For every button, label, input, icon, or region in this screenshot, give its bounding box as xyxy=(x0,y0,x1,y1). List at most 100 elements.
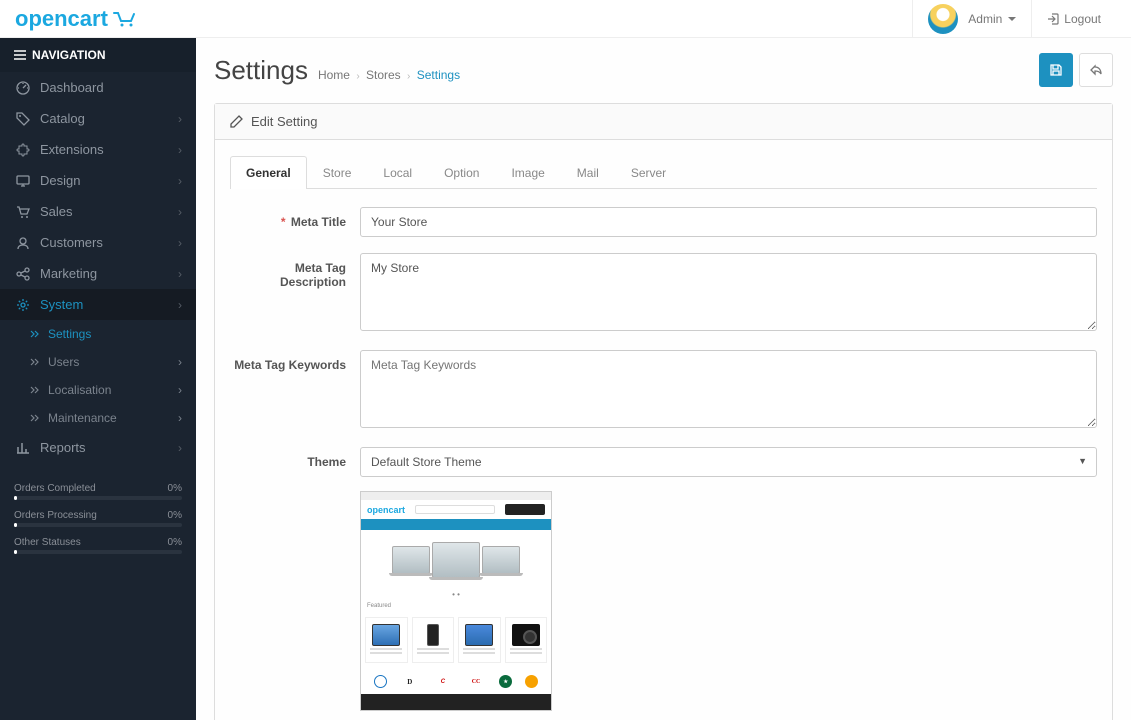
breadcrumb-sep: › xyxy=(407,71,410,82)
caret-down-icon xyxy=(1008,17,1016,21)
nav-label: Sales xyxy=(40,204,178,219)
stat-label: Orders Completed xyxy=(14,483,96,494)
sub-item-maintenance[interactable]: Maintenance › xyxy=(0,404,196,432)
nav-item-design[interactable]: Design › xyxy=(0,165,196,196)
form-label: Theme xyxy=(230,447,360,711)
logout-icon xyxy=(1047,13,1059,25)
save-button[interactable] xyxy=(1039,53,1073,87)
chevron-right-icon: › xyxy=(178,112,182,126)
avatar xyxy=(928,4,958,34)
nav-label: Marketing xyxy=(40,266,178,281)
stat-row: Other Statuses 0% xyxy=(14,537,182,548)
meta-title-input[interactable] xyxy=(360,207,1097,237)
double-chevron-icon xyxy=(30,358,40,366)
breadcrumb-link[interactable]: Stores xyxy=(366,68,401,82)
sub-item-settings[interactable]: Settings xyxy=(0,320,196,348)
nav-item-catalog[interactable]: Catalog › xyxy=(0,103,196,134)
panel-title: Edit Setting xyxy=(251,114,318,129)
logo-cart-icon xyxy=(112,10,138,28)
chevron-right-icon: › xyxy=(178,411,182,425)
stat-value: 0% xyxy=(168,537,182,548)
tab-option[interactable]: Option xyxy=(428,156,495,189)
reply-icon xyxy=(1089,63,1103,77)
meta-description-textarea[interactable] xyxy=(360,253,1097,331)
form-row-theme: Theme Default Store Theme opencar xyxy=(230,447,1097,711)
nav-item-dashboard[interactable]: Dashboard xyxy=(0,72,196,103)
breadcrumb: Home › Stores › Settings xyxy=(318,68,460,82)
form-label: Meta Tag Description xyxy=(230,253,360,334)
nav-label: Catalog xyxy=(40,111,178,126)
nav-label: Customers xyxy=(40,235,178,250)
monitor-icon xyxy=(14,174,32,188)
app-header: opencart Admin Logout xyxy=(0,0,1131,38)
form-row-meta-keywords: Meta Tag Keywords xyxy=(230,350,1097,431)
nav-item-system[interactable]: System › xyxy=(0,289,196,320)
sub-item-users[interactable]: Users › xyxy=(0,348,196,376)
back-button[interactable] xyxy=(1079,53,1113,87)
meta-keywords-textarea[interactable] xyxy=(360,350,1097,428)
nav-item-customers[interactable]: Customers › xyxy=(0,227,196,258)
tab-local[interactable]: Local xyxy=(367,156,428,189)
tab-server[interactable]: Server xyxy=(615,156,682,189)
logout-button[interactable]: Logout xyxy=(1032,0,1116,38)
chevron-right-icon: › xyxy=(178,174,182,188)
chevron-right-icon: › xyxy=(178,355,182,369)
stat-bar xyxy=(14,550,182,554)
page-head: Settings Home › Stores › Settings xyxy=(196,38,1131,97)
user-label: Admin xyxy=(968,12,1002,26)
save-icon xyxy=(1049,63,1063,77)
tag-icon xyxy=(14,112,32,126)
sub-label: Settings xyxy=(48,327,91,341)
form-row-meta-description: Meta Tag Description xyxy=(230,253,1097,334)
form-row-meta-title: * Meta Title xyxy=(230,207,1097,237)
gear-icon xyxy=(14,298,32,312)
stat-row: Orders Completed 0% xyxy=(14,483,182,494)
nav-item-sales[interactable]: Sales › xyxy=(0,196,196,227)
logout-label: Logout xyxy=(1064,12,1101,26)
share-icon xyxy=(14,267,32,281)
nav-item-extensions[interactable]: Extensions › xyxy=(0,134,196,165)
sidebar: NAVIGATION Dashboard Catalog › Extension… xyxy=(0,38,196,720)
sidebar-stats: Orders Completed 0% Orders Processing 0%… xyxy=(0,463,196,564)
tab-general[interactable]: General xyxy=(230,156,307,189)
nav-title: NAVIGATION xyxy=(32,48,106,62)
stat-row: Orders Processing 0% xyxy=(14,510,182,521)
main-content: Settings Home › Stores › Settings Edit xyxy=(196,38,1131,720)
theme-select[interactable]: Default Store Theme xyxy=(360,447,1097,477)
chevron-right-icon: › xyxy=(178,267,182,281)
chevron-right-icon: › xyxy=(178,143,182,157)
tab-image[interactable]: Image xyxy=(495,156,560,189)
stat-bar xyxy=(14,496,182,500)
nav-label: Design xyxy=(40,173,178,188)
theme-preview: opencart • • Featured xyxy=(360,491,552,711)
nav-item-reports[interactable]: Reports › xyxy=(0,432,196,463)
breadcrumb-sep: › xyxy=(356,71,359,82)
cart-icon xyxy=(14,205,32,219)
edit-setting-panel: Edit Setting General Store Local Option … xyxy=(214,103,1113,720)
nav-item-marketing[interactable]: Marketing › xyxy=(0,258,196,289)
form-label: Meta Tag Keywords xyxy=(230,350,360,431)
nav-label: System xyxy=(40,297,178,312)
tab-store[interactable]: Store xyxy=(307,156,368,189)
puzzle-icon xyxy=(14,143,32,157)
stat-value: 0% xyxy=(168,483,182,494)
chevron-right-icon: › xyxy=(178,298,182,312)
nav-label: Reports xyxy=(40,440,178,455)
nav-header: NAVIGATION xyxy=(0,38,196,72)
double-chevron-icon xyxy=(30,414,40,422)
stat-label: Orders Processing xyxy=(14,510,97,521)
double-chevron-icon xyxy=(30,386,40,394)
stat-bar xyxy=(14,523,182,527)
dashboard-icon xyxy=(14,81,32,95)
form-label: * Meta Title xyxy=(230,207,360,237)
pencil-icon xyxy=(230,115,243,128)
breadcrumb-link[interactable]: Home xyxy=(318,68,350,82)
hamburger-icon xyxy=(14,50,26,60)
user-menu[interactable]: Admin xyxy=(912,0,1032,38)
tab-mail[interactable]: Mail xyxy=(561,156,615,189)
preview-logo: opencart xyxy=(367,505,405,515)
nav-label: Extensions xyxy=(40,142,178,157)
app-logo[interactable]: opencart xyxy=(15,6,138,32)
chevron-right-icon: › xyxy=(178,205,182,219)
sub-item-localisation[interactable]: Localisation › xyxy=(0,376,196,404)
